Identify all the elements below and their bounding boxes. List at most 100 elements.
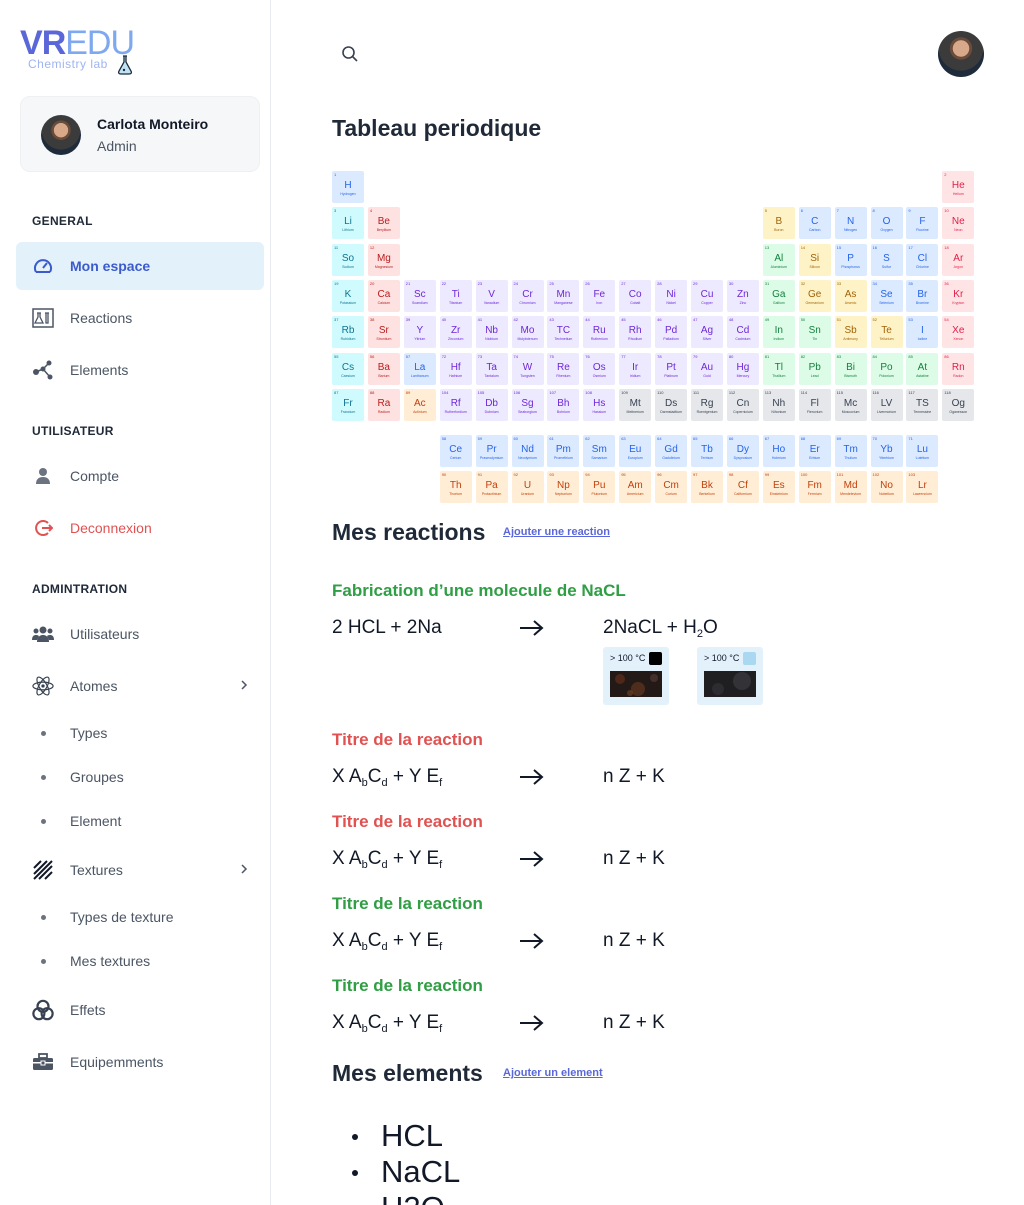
- sidebar-item-mon-espace[interactable]: Mon espace: [16, 242, 264, 290]
- element-cell-lr[interactable]: 103 Lr Lawrencium: [906, 470, 939, 503]
- element-cell-rb[interactable]: 37 Rb Rubidium: [332, 316, 364, 349]
- element-cell-p[interactable]: 15 P Phosphorus: [834, 243, 867, 276]
- element-cell-ge[interactable]: 32 Ge Germanium: [798, 279, 831, 312]
- element-cell-ta[interactable]: 73 Ta Tantalum: [475, 352, 508, 385]
- element-cell-yb[interactable]: 70 Yb Ytterbium: [870, 435, 903, 467]
- element-cell-i[interactable]: 53 I Iodine: [906, 316, 939, 349]
- element-cell-f[interactable]: 9 F Fluorine: [906, 207, 939, 240]
- element-cell-md[interactable]: 101 Md Mendelevium: [834, 470, 867, 503]
- sidebar-subitem-types[interactable]: Types: [16, 716, 264, 752]
- element-cell-s[interactable]: 16 S Sulfur: [870, 243, 903, 276]
- element-cell-ru[interactable]: 44 Ru Ruthenium: [583, 316, 616, 349]
- user-card[interactable]: Carlota Monteiro Admin: [20, 96, 260, 172]
- element-cell-v[interactable]: 23 V Vanadium: [475, 279, 508, 312]
- element-cell-mo[interactable]: 42 Mo Molybdenum: [511, 316, 544, 349]
- element-cell-o[interactable]: 8 O Oxygen: [870, 207, 903, 240]
- element-cell-se[interactable]: 34 Se Selenium: [870, 279, 903, 312]
- element-cell-ce[interactable]: 58 Ce Cerium: [439, 435, 472, 467]
- element-cell-at[interactable]: 85 At Astatine: [906, 352, 939, 385]
- list-item[interactable]: HCL: [352, 1118, 460, 1154]
- reaction-title[interactable]: Fabrication d’une molecule de NaCL: [332, 581, 626, 601]
- element-cell-th[interactable]: 90 Th Thorium: [439, 470, 472, 503]
- texture-card[interactable]: > 100 °C: [697, 647, 763, 705]
- element-cell-la[interactable]: 57 La Lanthanum: [403, 352, 436, 385]
- element-cell-kr[interactable]: 36 Kr Krypton: [942, 279, 975, 312]
- sidebar-item-reactions[interactable]: Reactions: [16, 294, 264, 342]
- sidebar-item-effets[interactable]: Effets: [16, 986, 264, 1034]
- element-cell-cf[interactable]: 98 Cf Californium: [726, 470, 759, 503]
- element-cell-og[interactable]: 118 Og Oganesson: [942, 388, 975, 421]
- element-cell-co[interactable]: 27 Co Cobalt: [619, 279, 652, 312]
- element-cell-os[interactable]: 76 Os Osmium: [583, 352, 616, 385]
- element-cell-xe[interactable]: 54 Xe Xenon: [942, 316, 975, 349]
- sidebar-subitem-types-de-texture[interactable]: Types de texture: [16, 900, 264, 936]
- element-cell-he[interactable]: 2 He Helium: [942, 171, 975, 203]
- element-cell-fl[interactable]: 114 Fl Flerovium: [798, 388, 831, 421]
- sidebar-subitem-groupes[interactable]: Groupes: [16, 760, 264, 796]
- element-cell-lv[interactable]: 116 LV Livermorium: [870, 388, 903, 421]
- element-cell-ar[interactable]: 18 Ar Argon: [942, 243, 975, 276]
- element-cell-rf[interactable]: 104 Rf Rutherfordium: [439, 388, 472, 421]
- sidebar-subitem-element[interactable]: Element: [16, 804, 264, 840]
- element-cell-hs[interactable]: 108 Hs Hassium: [583, 388, 616, 421]
- app-logo[interactable]: VREDU Chemistry lab: [20, 24, 150, 84]
- element-cell-es[interactable]: 99 Es Einsteinium: [762, 470, 795, 503]
- element-cell-mn[interactable]: 25 Mn Manganese: [547, 279, 580, 312]
- reaction-title[interactable]: Titre de la reaction: [332, 894, 483, 914]
- element-cell-al[interactable]: 13 Al Aluminium: [762, 243, 795, 276]
- element-cell-te[interactable]: 52 Te Tellurium: [870, 316, 903, 349]
- element-cell-bh[interactable]: 107 Bh Bohrium: [547, 388, 580, 421]
- sidebar-item-elements[interactable]: Elements: [16, 346, 264, 394]
- element-cell-cu[interactable]: 29 Cu Copper: [691, 279, 723, 312]
- element-cell-ir[interactable]: 77 Ir Iridium: [619, 352, 652, 385]
- element-cell-in[interactable]: 49 In Indium: [762, 316, 795, 349]
- element-cell-rn[interactable]: 86 Rn Radon: [942, 352, 975, 385]
- element-cell-sm[interactable]: 62 Sm Samarium: [583, 435, 616, 467]
- element-cell-ts[interactable]: 117 TS Tennessine: [906, 388, 939, 421]
- element-cell-si[interactable]: 14 Si Silicon: [798, 243, 831, 276]
- element-cell-pm[interactable]: 61 Pm Promethium: [547, 435, 580, 467]
- element-cell-nh[interactable]: 113 Nh Nihonium: [762, 388, 795, 421]
- element-cell-cr[interactable]: 24 Cr Chromium: [511, 279, 544, 312]
- element-cell-np[interactable]: 93 Np Neptunium: [547, 470, 580, 503]
- element-cell-be[interactable]: 4 Be Beryllium: [367, 207, 400, 240]
- element-cell-pd[interactable]: 46 Pd Palladium: [655, 316, 688, 349]
- element-cell-sg[interactable]: 106 Sg Seaborgium: [511, 388, 544, 421]
- element-cell-er[interactable]: 68 Er Erbium: [798, 435, 831, 467]
- element-cell-sn[interactable]: 50 Sn Tin: [798, 316, 831, 349]
- element-cell-hf[interactable]: 72 Hf Hafnium: [439, 352, 472, 385]
- element-cell-cs[interactable]: 55 Cs Caesium: [332, 352, 364, 385]
- sidebar-item-compte[interactable]: Compte: [16, 452, 264, 500]
- element-cell-nd[interactable]: 60 Nd Neodymium: [511, 435, 544, 467]
- reaction-title[interactable]: Titre de la reaction: [332, 730, 483, 750]
- element-cell-fm[interactable]: 100 Fm Fermium: [798, 470, 831, 503]
- element-cell-mt[interactable]: 109 Mt Meitnerium: [619, 388, 652, 421]
- element-cell-pr[interactable]: 59 Pr Praseodymium: [475, 435, 508, 467]
- sidebar-item-equipemments[interactable]: Equipemments: [16, 1038, 264, 1086]
- reaction-title[interactable]: Titre de la reaction: [332, 812, 483, 832]
- element-cell-eu[interactable]: 63 Eu Europium: [619, 435, 652, 467]
- element-cell-b[interactable]: 5 B Boron: [762, 207, 795, 240]
- element-cell-tl[interactable]: 81 Tl Thallium: [762, 352, 795, 385]
- element-cell-sc[interactable]: 21 Sc Scandium: [403, 279, 436, 312]
- element-cell-lu[interactable]: 71 Lu Lutetium: [906, 435, 939, 467]
- element-cell-po[interactable]: 84 Po Polonium: [870, 352, 903, 385]
- element-cell-y[interactable]: 39 Y Yttrium: [403, 316, 436, 349]
- element-cell-re[interactable]: 75 Re Rhenium: [547, 352, 580, 385]
- element-cell-ba[interactable]: 56 Ba Barium: [367, 352, 400, 385]
- element-cell-ni[interactable]: 28 Ni Nickel: [655, 279, 688, 312]
- element-cell-li[interactable]: 3 Li Lithium: [332, 207, 364, 240]
- element-cell-ag[interactable]: 47 Ag Silver: [691, 316, 723, 349]
- sidebar-item-atomes[interactable]: Atomes: [16, 662, 264, 710]
- element-cell-mg[interactable]: 12 Mg Magnesium: [367, 243, 400, 276]
- element-cell-pu[interactable]: 94 Pu Plutonium: [583, 470, 616, 503]
- element-cell-sr[interactable]: 38 Sr Strontium: [367, 316, 400, 349]
- element-cell-bi[interactable]: 83 Bi Bismuth: [834, 352, 867, 385]
- element-cell-br[interactable]: 35 Br Bromine: [906, 279, 939, 312]
- header-avatar[interactable]: [938, 31, 984, 77]
- element-cell-au[interactable]: 79 Au Gold: [691, 352, 723, 385]
- reaction-title[interactable]: Titre de la reaction: [332, 976, 483, 996]
- element-cell-pa[interactable]: 91 Pa Protactinium: [475, 470, 508, 503]
- element-cell-ra[interactable]: 88 Ra Radium: [367, 388, 400, 421]
- element-cell-pt[interactable]: 78 Pt Platinum: [655, 352, 688, 385]
